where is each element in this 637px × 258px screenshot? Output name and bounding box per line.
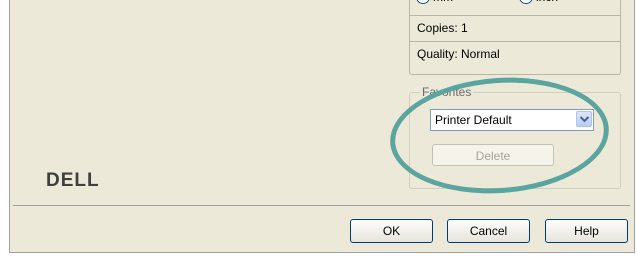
cancel-button[interactable]: Cancel	[447, 219, 530, 243]
svg-text:DELL: DELL	[46, 170, 100, 190]
units-radio-group: mm inch	[416, 0, 616, 8]
dell-logo: DELL	[46, 170, 126, 193]
quality-summary: Quality: Normal	[417, 47, 500, 61]
favorites-dropdown-value: Printer Default	[435, 113, 512, 127]
summary-divider	[410, 41, 620, 42]
delete-favorite-button[interactable]: Delete	[432, 144, 554, 166]
help-button[interactable]: Help	[545, 219, 628, 243]
mm-radio[interactable]	[416, 0, 430, 4]
print-properties-dialog: mm inch Copies: 1 Quality: Normal Favori…	[9, 0, 635, 253]
copies-summary: Copies: 1	[417, 21, 468, 35]
chevron-down-icon[interactable]	[576, 111, 592, 127]
inch-radio-label: inch	[536, 0, 558, 4]
ok-button[interactable]: OK	[350, 219, 433, 243]
dialog-client-area: mm inch Copies: 1 Quality: Normal Favori…	[13, 0, 630, 206]
summary-divider	[410, 15, 620, 16]
favorites-dropdown[interactable]: Printer Default	[430, 109, 594, 131]
inch-radio[interactable]	[519, 0, 533, 4]
mm-radio-label: mm	[433, 0, 453, 4]
favorites-legend: Favorites	[420, 85, 474, 99]
settings-summary-panel: mm inch Copies: 1 Quality: Normal	[409, 0, 621, 75]
favorites-group: Favorites Printer Default Delete	[409, 85, 621, 189]
